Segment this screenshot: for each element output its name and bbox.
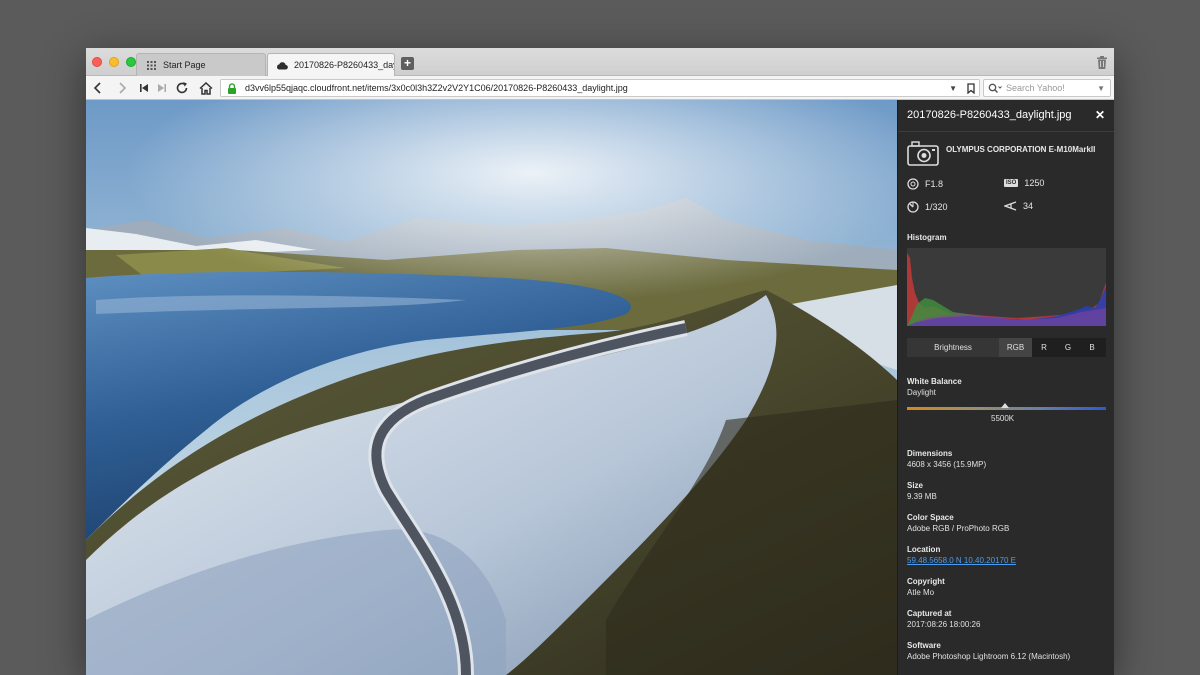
tab-rgb[interactable]: RGB [999, 338, 1032, 357]
chevron-right-icon [119, 82, 127, 94]
software-label: Software [907, 641, 941, 650]
camera-icon [907, 140, 939, 171]
search-input[interactable]: Search Yahoo! ▼ [983, 79, 1111, 97]
tab-image[interactable]: 20170826-P8260433_daylight.jpg [267, 53, 395, 76]
reload-icon [176, 82, 188, 94]
zoom-window-button[interactable] [126, 57, 136, 67]
url-text: d3vv6lp55qjaqc.cloudfront.net/items/3x0c… [245, 83, 628, 93]
close-window-button[interactable] [92, 57, 102, 67]
histogram-chart [907, 248, 1106, 326]
address-bar[interactable]: d3vv6lp55qjaqc.cloudfront.net/items/3x0c… [220, 79, 980, 97]
search-icon [988, 83, 1002, 96]
lock-icon [227, 83, 237, 96]
reload-button[interactable] [174, 81, 190, 95]
camera-model: OLYMPUS CORPORATION E-M10MarkII [946, 145, 1096, 154]
iso-row: ISO 1250 [1004, 178, 1044, 188]
copyright-label: Copyright [907, 577, 945, 586]
iso-icon: ISO [1004, 179, 1019, 187]
white-balance-slider-thumb[interactable] [1001, 403, 1009, 408]
panel-title: 20170826-P8260433_daylight.jpg [907, 109, 1072, 121]
tab-start-page[interactable]: Start Page [136, 53, 266, 76]
cloud-icon [276, 59, 288, 71]
back-button[interactable] [90, 81, 106, 95]
bookmark-icon[interactable] [967, 83, 975, 96]
shutter-value: 1/320 [925, 202, 948, 212]
tab-label: 20170826-P8260433_daylight.jpg [294, 60, 394, 70]
chevron-left-icon [93, 82, 101, 94]
close-icon[interactable]: ✕ [1095, 108, 1105, 122]
size-label: Size [907, 481, 924, 490]
histogram-tabs: Brightness RGB R G B [907, 338, 1106, 357]
software-value: Adobe Photoshop Lightroom 6.12 (Macintos… [907, 652, 1071, 661]
tab-blue[interactable]: B [1080, 338, 1104, 357]
dimensions-value: 4608 x 3456 (15.9MP) [907, 460, 987, 469]
copyright-value: Atle Mo [907, 588, 935, 597]
fast-forward-button[interactable] [154, 81, 170, 95]
tab-red[interactable]: R [1032, 338, 1056, 357]
home-icon [199, 81, 213, 95]
captured-at-label: Captured at [907, 609, 952, 618]
aperture-value: F1.8 [925, 179, 944, 189]
chevron-down-icon[interactable]: ▼ [949, 84, 957, 93]
color-space-value: Adobe RGB / ProPhoto RGB [907, 524, 1010, 533]
histogram-label: Histogram [907, 233, 947, 242]
fast-forward-icon [158, 84, 166, 92]
shutter-icon [907, 201, 919, 213]
focal-length-value: 34 [1023, 201, 1034, 211]
forward-button[interactable] [114, 81, 130, 95]
minimize-window-button[interactable] [109, 57, 119, 67]
window-controls [92, 57, 136, 67]
trash-icon[interactable] [1096, 56, 1108, 69]
focal-length-icon [1004, 201, 1017, 211]
focal-length-row: 34 [1004, 201, 1033, 211]
color-space-label: Color Space [907, 513, 954, 522]
chevron-down-icon[interactable]: ▼ [1097, 84, 1105, 93]
aperture-row: F1.8 [907, 178, 943, 190]
home-button[interactable] [198, 81, 214, 95]
divider [898, 131, 1114, 132]
size-value: 9.39 MB [907, 492, 937, 501]
rewind-icon [140, 84, 148, 92]
aperture-icon [907, 178, 919, 190]
new-tab-button[interactable]: + [401, 57, 414, 70]
captured-at-value: 2017:08:26 18:00:26 [907, 620, 981, 629]
tab-brightness[interactable]: Brightness [907, 338, 999, 357]
white-balance-label: White Balance [907, 377, 962, 386]
tab-bar: Start Page 20170826-P8260433_daylight.jp… [86, 48, 1114, 76]
grid-icon [145, 59, 157, 71]
tab-label: Start Page [163, 60, 206, 70]
iso-value: 1250 [1024, 178, 1045, 188]
navigation-toolbar: d3vv6lp55qjaqc.cloudfront.net/items/3x0c… [86, 76, 1114, 100]
tab-green[interactable]: G [1056, 338, 1080, 357]
browser-window: Start Page 20170826-P8260433_daylight.jp… [86, 48, 1114, 675]
landscape-photo [86, 100, 897, 675]
shutter-row: 1/320 [907, 201, 948, 213]
dimensions-label: Dimensions [907, 449, 953, 458]
white-balance-kelvin: 5500K [991, 414, 1015, 423]
image-viewer[interactable] [86, 100, 897, 675]
white-balance-value: Daylight [907, 388, 936, 397]
location-link[interactable]: 59.48.5658.0 N 10.40.20170 E [907, 556, 1016, 565]
rewind-button[interactable] [136, 81, 152, 95]
search-placeholder: Search Yahoo! [1006, 83, 1065, 93]
location-label: Location [907, 545, 941, 554]
image-info-panel: 20170826-P8260433_daylight.jpg ✕ OLYMPUS… [897, 100, 1114, 675]
